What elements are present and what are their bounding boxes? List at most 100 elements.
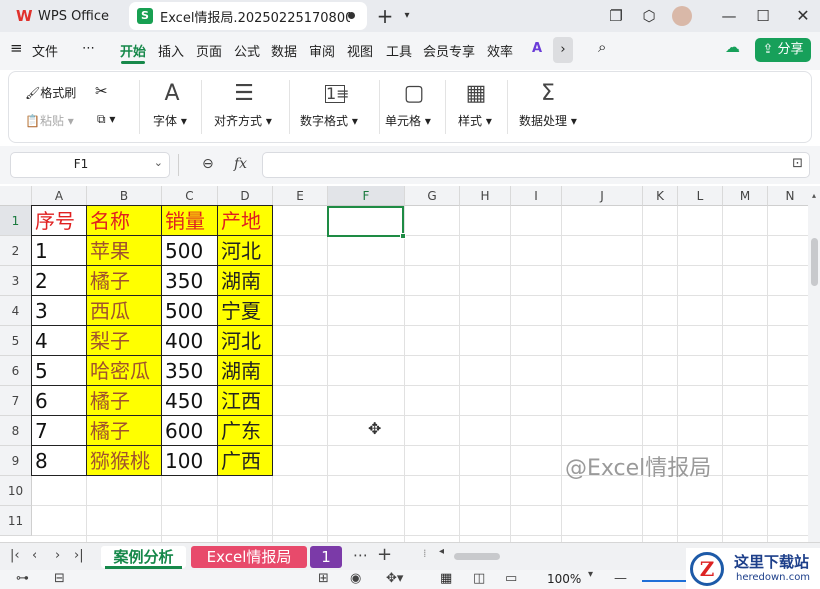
data-cell[interactable]: 广西: [217, 445, 273, 476]
column-header-d[interactable]: D: [218, 186, 273, 206]
zoom-dropdown-icon[interactable]: ▾: [588, 569, 593, 580]
data-cell[interactable]: 西瓜: [86, 295, 162, 326]
row-header-1[interactable]: 1: [0, 206, 32, 236]
sheet-tab-case-analysis[interactable]: 案例分析: [101, 546, 186, 568]
data-cell[interactable]: 8: [31, 445, 87, 476]
row-header-2[interactable]: 2: [0, 236, 32, 266]
row-header-5[interactable]: 5: [0, 326, 32, 356]
menu-data[interactable]: 数据: [271, 41, 297, 60]
header-cell[interactable]: 销量: [161, 205, 218, 236]
menu-file[interactable]: 文件: [32, 41, 58, 60]
column-header-f[interactable]: F: [328, 186, 405, 206]
column-header-e[interactable]: E: [273, 186, 328, 206]
ribbon-scroll-right-icon[interactable]: ›: [553, 37, 573, 63]
tab-wps-home[interactable]: W WPS Office: [8, 2, 120, 30]
eye-protection-icon[interactable]: ◉: [350, 571, 361, 586]
column-header-g[interactable]: G: [405, 186, 460, 206]
more-sheets-icon[interactable]: ⋯: [353, 546, 368, 564]
freeze-icon[interactable]: ✥▾: [386, 571, 403, 586]
search-icon[interactable]: ⌕: [598, 38, 606, 56]
data-cell[interactable]: 湖南: [217, 265, 273, 296]
page-layout-icon[interactable]: ◫: [473, 571, 485, 586]
row-header-3[interactable]: 3: [0, 266, 32, 296]
column-header-a[interactable]: A: [32, 186, 87, 206]
spreadsheet-grid[interactable]: ABCDEFGHIJKLMN 1 2 3 4 5 6 7 8 9 10 11 序号 名称 销量 产地 1 苹果…: [0, 186, 808, 542]
data-cell[interactable]: 2: [31, 265, 87, 296]
next-sheet-icon[interactable]: ›: [55, 548, 60, 563]
column-header-i[interactable]: I: [511, 186, 562, 206]
tab-dropdown-icon[interactable]: ▾: [396, 5, 418, 27]
menu-home[interactable]: 开始: [120, 41, 146, 60]
copy-button[interactable]: ⧉ ▾: [97, 112, 115, 127]
menu-tools[interactable]: 工具: [386, 41, 412, 60]
avatar[interactable]: [672, 6, 692, 26]
header-cell[interactable]: 产地: [217, 205, 273, 236]
row-header-8[interactable]: 8: [0, 416, 32, 446]
number-format-group[interactable]: 1≡ 数字格式 ▾: [297, 72, 375, 142]
menu-view[interactable]: 视图: [347, 41, 373, 60]
column-header-h[interactable]: H: [460, 186, 511, 206]
data-cell[interactable]: 6: [31, 385, 87, 416]
column-header-b[interactable]: B: [87, 186, 162, 206]
paste-button[interactable]: 📋粘贴 ▾: [25, 112, 74, 129]
data-cell[interactable]: 苹果: [86, 235, 162, 266]
styles-group[interactable]: ▦ 样式 ▾: [453, 72, 507, 142]
menu-more[interactable]: ⋯: [82, 41, 95, 56]
column-header-n[interactable]: N: [768, 186, 808, 206]
share-button[interactable]: ⇪ 分享: [755, 38, 811, 62]
header-cell[interactable]: 名称: [86, 205, 162, 236]
header-cell[interactable]: 序号: [31, 205, 87, 236]
cut-icon[interactable]: ✂: [95, 82, 108, 100]
column-header-l[interactable]: L: [678, 186, 723, 206]
data-cell[interactable]: 广东: [217, 415, 273, 446]
scroll-left-icon[interactable]: ◂: [439, 546, 444, 557]
data-cell[interactable]: 河北: [217, 325, 273, 356]
column-header-k[interactable]: K: [643, 186, 678, 206]
data-cell[interactable]: 哈密瓜: [86, 355, 162, 386]
sheet-tab-1[interactable]: 1: [310, 546, 342, 568]
split-handle-icon[interactable]: ⁞: [423, 547, 427, 560]
row-header-7[interactable]: 7: [0, 386, 32, 416]
data-processing-group[interactable]: Σ 数据处理 ▾: [515, 72, 585, 142]
cells-group[interactable]: ▢ 单元格 ▾: [383, 72, 445, 142]
data-cell[interactable]: 1: [31, 235, 87, 266]
tab-document[interactable]: S Excel情报局.20250225170800135: [129, 2, 367, 30]
normal-view-icon[interactable]: ▦: [440, 571, 452, 586]
add-sheet-icon[interactable]: +: [377, 544, 392, 565]
layout-icon[interactable]: ⊞: [318, 571, 329, 586]
page-break-icon[interactable]: ▭: [505, 571, 517, 586]
sheet-list-icon[interactable]: ⊟: [54, 571, 65, 586]
box-icon[interactable]: ⬡: [638, 5, 660, 27]
menu-review[interactable]: 审阅: [309, 41, 335, 60]
name-box[interactable]: F1 ⌄: [10, 152, 170, 178]
macro-icon[interactable]: ⊶: [16, 571, 29, 586]
hamburger-icon[interactable]: ≡: [10, 39, 23, 57]
scroll-up-icon[interactable]: ▴: [808, 186, 820, 206]
last-sheet-icon[interactable]: ›|: [74, 548, 84, 563]
zoom-out-icon[interactable]: —: [614, 571, 627, 586]
row-header-10[interactable]: 10: [0, 476, 32, 506]
minimize-icon[interactable]: —: [718, 5, 740, 27]
data-cell[interactable]: 100: [161, 445, 218, 476]
data-cell[interactable]: 350: [161, 265, 218, 296]
column-header-m[interactable]: M: [723, 186, 768, 206]
data-cell[interactable]: 7: [31, 415, 87, 446]
vertical-scroll-thumb[interactable]: [811, 238, 818, 286]
ai-icon[interactable]: A: [532, 41, 542, 56]
data-cell[interactable]: 猕猴桃: [86, 445, 162, 476]
data-cell[interactable]: 400: [161, 325, 218, 356]
data-cell[interactable]: 江西: [217, 385, 273, 416]
data-cell[interactable]: 宁夏: [217, 295, 273, 326]
row-header-11[interactable]: 11: [0, 506, 32, 536]
fill-handle[interactable]: [400, 233, 406, 239]
cloud-sync-icon[interactable]: ☁: [725, 38, 740, 56]
data-cell[interactable]: 4: [31, 325, 87, 356]
font-group[interactable]: A 字体 ▾: [147, 72, 201, 142]
selected-cell[interactable]: [327, 206, 404, 237]
row-header-9[interactable]: 9: [0, 446, 32, 476]
data-cell[interactable]: 500: [161, 295, 218, 326]
column-header-c[interactable]: C: [162, 186, 218, 206]
zoom-level[interactable]: 100%: [547, 572, 581, 586]
fx-icon[interactable]: fx: [234, 156, 247, 172]
alignment-group[interactable]: ☰ 对齐方式 ▾: [209, 72, 285, 142]
